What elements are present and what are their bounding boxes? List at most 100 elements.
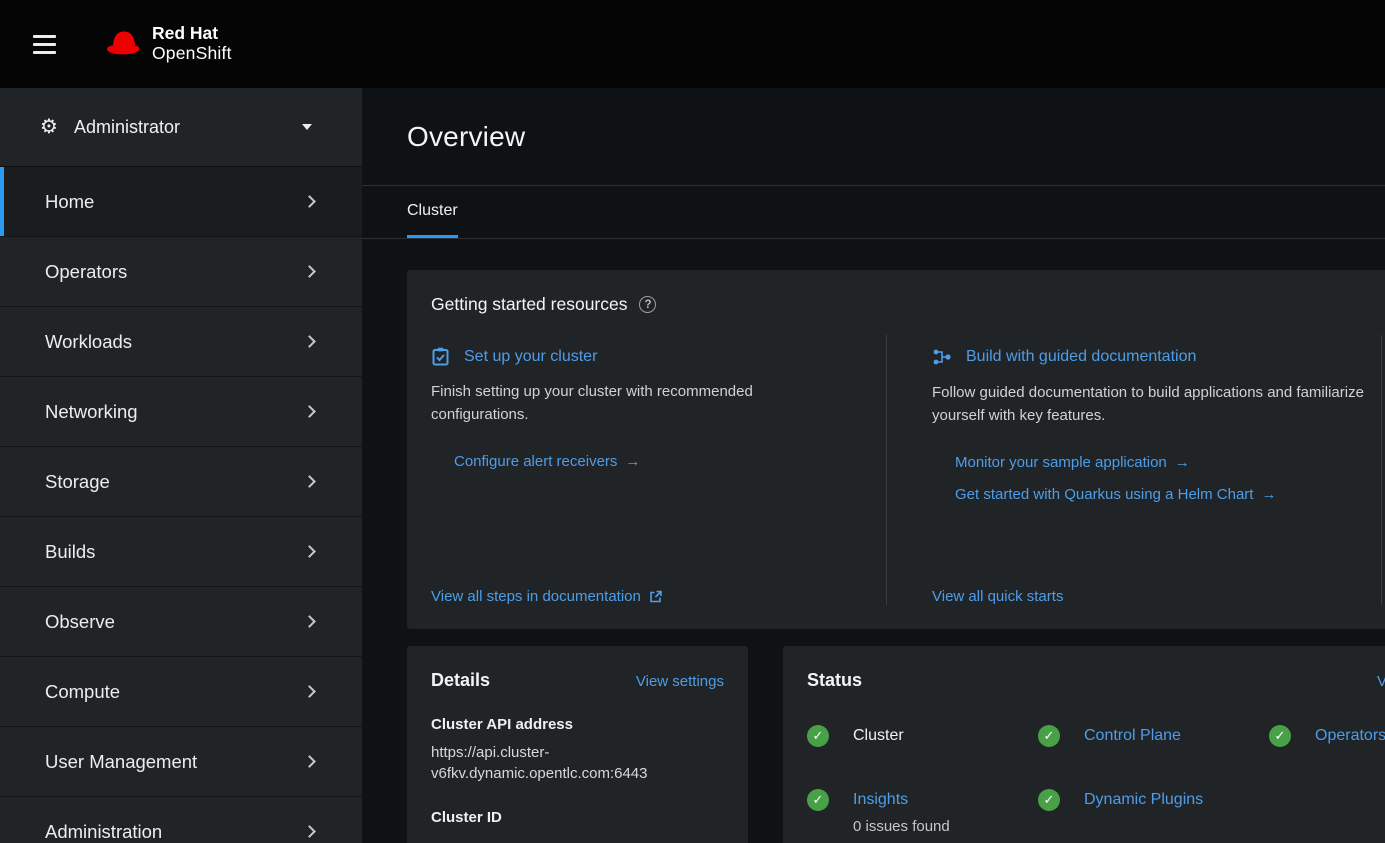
clipboard-check-icon — [431, 347, 450, 366]
setup-cluster-links: Configure alert receivers → — [431, 453, 846, 470]
quarkus-helm-chart-link[interactable]: Get started with Quarkus using a Helm Ch… — [955, 486, 1276, 503]
nav-label: User Management — [45, 751, 197, 773]
sidebar-item-builds[interactable]: Builds — [0, 517, 362, 587]
page-header: Overview — [362, 88, 1385, 186]
insights-link[interactable]: Insights — [853, 791, 908, 808]
sidebar-item-networking[interactable]: Networking — [0, 377, 362, 447]
sidebar-item-home[interactable]: Home — [0, 167, 362, 237]
cluster-id-label: Cluster ID — [431, 809, 724, 826]
perspective-switcher[interactable]: ⚙ Administrator — [0, 88, 362, 167]
insights-issues-count: 0 issues found — [853, 818, 950, 835]
chevron-right-icon — [303, 195, 316, 208]
getting-started-card: Getting started resources ? Set up your … — [407, 270, 1385, 629]
external-link-icon — [649, 590, 662, 603]
status-item-cluster: ✓ Cluster — [807, 725, 1038, 747]
brand-redhat: Red Hat — [152, 24, 232, 44]
openshift-console: Red Hat OpenShift ⚙ Administrator Home O… — [0, 0, 1385, 843]
view-alerts-link[interactable]: View alerts — [1377, 673, 1385, 690]
chevron-right-icon — [303, 825, 316, 838]
guided-documentation-heading: Build with guided documentation — [932, 347, 1381, 367]
check-circle-icon: ✓ — [1269, 725, 1291, 747]
page-title: Overview — [407, 121, 1385, 153]
details-card: Details View settings Cluster API addres… — [407, 646, 748, 843]
control-plane-link[interactable]: Control Plane — [1084, 725, 1181, 747]
main-content: Overview Cluster Getting started resourc… — [362, 88, 1385, 843]
arrow-right-icon: → — [625, 454, 640, 469]
chevron-right-icon — [303, 335, 316, 348]
cluster-api-address-label: Cluster API address — [431, 716, 724, 733]
status-grid: ✓ Cluster ✓ Control Plane ✓ Operators — [807, 725, 1385, 835]
nav-label: Administration — [45, 821, 162, 843]
redhat-openshift-logo[interactable]: Red Hat OpenShift — [103, 23, 232, 65]
check-circle-icon: ✓ — [807, 725, 829, 747]
chevron-right-icon — [303, 405, 316, 418]
chevron-right-icon — [303, 755, 316, 768]
status-item-dynamic-plugins: ✓ Dynamic Plugins — [1038, 789, 1269, 835]
dynamic-plugins-link[interactable]: Dynamic Plugins — [1084, 789, 1203, 811]
sidebar-item-workloads[interactable]: Workloads — [0, 307, 362, 377]
nav-label: Storage — [45, 471, 110, 493]
status-title: Status — [807, 670, 862, 691]
brand-openshift: OpenShift — [152, 44, 232, 64]
insights-cell: Insights 0 issues found — [853, 789, 950, 835]
status-header: Status — [807, 670, 1385, 691]
status-card: Status View alerts ✓ Cluster ✓ Control P… — [783, 646, 1385, 843]
cluster-api-address-value: https://api.cluster-v6fkv.dynamic.opentl… — [431, 742, 724, 784]
masthead: Red Hat OpenShift — [0, 0, 1385, 88]
status-item-control-plane: ✓ Control Plane — [1038, 725, 1269, 747]
chevron-right-icon — [303, 615, 316, 628]
chevron-down-icon — [302, 124, 312, 130]
arrow-right-icon: → — [1261, 487, 1276, 502]
guided-documentation-description: Follow guided documentation to build app… — [932, 381, 1381, 428]
monitor-sample-application-link[interactable]: Monitor your sample application → — [955, 454, 1190, 471]
guided-flows-icon — [932, 347, 952, 367]
check-circle-icon: ✓ — [807, 789, 829, 811]
sidebar-item-storage[interactable]: Storage — [0, 447, 362, 517]
operators-link[interactable]: Operators — [1315, 725, 1385, 747]
tab-cluster[interactable]: Cluster — [407, 186, 458, 238]
configure-alert-receivers-link[interactable]: Configure alert receivers → — [454, 453, 640, 470]
view-all-steps-link[interactable]: View all steps in documentation — [431, 588, 662, 605]
getting-started-columns: Set up your cluster Finish setting up yo… — [431, 335, 1385, 605]
nav-label: Observe — [45, 611, 115, 633]
brand-text: Red Hat OpenShift — [152, 24, 232, 64]
check-circle-icon: ✓ — [1038, 789, 1060, 811]
view-settings-link[interactable]: View settings — [636, 673, 724, 690]
nav-toggle-button[interactable] — [33, 35, 56, 54]
status-item-operators: ✓ Operators — [1269, 725, 1385, 747]
nav-label: Home — [45, 191, 94, 213]
perspective-label: Administrator — [74, 117, 180, 138]
arrow-right-icon: → — [1175, 455, 1190, 470]
details-title: Details — [431, 670, 490, 691]
sidebar: ⚙ Administrator Home Operators Workloads… — [0, 88, 362, 843]
guided-documentation-links: Monitor your sample application → Get st… — [932, 454, 1381, 503]
nav-label: Compute — [45, 681, 120, 703]
sidebar-item-observe[interactable]: Observe — [0, 587, 362, 657]
check-circle-icon: ✓ — [1038, 725, 1060, 747]
view-all-quick-starts-link[interactable]: View all quick starts — [932, 588, 1063, 605]
getting-started-header: Getting started resources ? — [431, 294, 1385, 315]
status-item-insights: ✓ Insights 0 issues found — [807, 789, 1038, 835]
help-icon[interactable]: ? — [639, 296, 656, 313]
chevron-right-icon — [303, 475, 316, 488]
red-hat-icon — [103, 23, 145, 65]
cluster-status-label: Cluster — [853, 725, 904, 747]
setup-cluster-title: Set up your cluster — [464, 348, 597, 366]
guided-documentation-section: Build with guided documentation Follow g… — [887, 335, 1382, 605]
nav-label: Builds — [45, 541, 95, 563]
details-header: Details View settings — [431, 670, 724, 691]
setup-cluster-section: Set up your cluster Finish setting up yo… — [431, 335, 887, 605]
nav-label: Operators — [45, 261, 127, 283]
tabs-row: Cluster — [362, 186, 1385, 239]
bottom-cards-row: Details View settings Cluster API addres… — [407, 646, 1385, 843]
sidebar-item-user-management[interactable]: User Management — [0, 727, 362, 797]
sidebar-item-compute[interactable]: Compute — [0, 657, 362, 727]
cards-area: Getting started resources ? Set up your … — [407, 270, 1385, 843]
sidebar-nav: Home Operators Workloads Networking Stor… — [0, 167, 362, 843]
chevron-right-icon — [303, 685, 316, 698]
gear-icon: ⚙ — [40, 117, 58, 137]
nav-label: Networking — [45, 401, 138, 423]
sidebar-item-operators[interactable]: Operators — [0, 237, 362, 307]
chevron-right-icon — [303, 545, 316, 558]
sidebar-item-administration[interactable]: Administration — [0, 797, 362, 843]
